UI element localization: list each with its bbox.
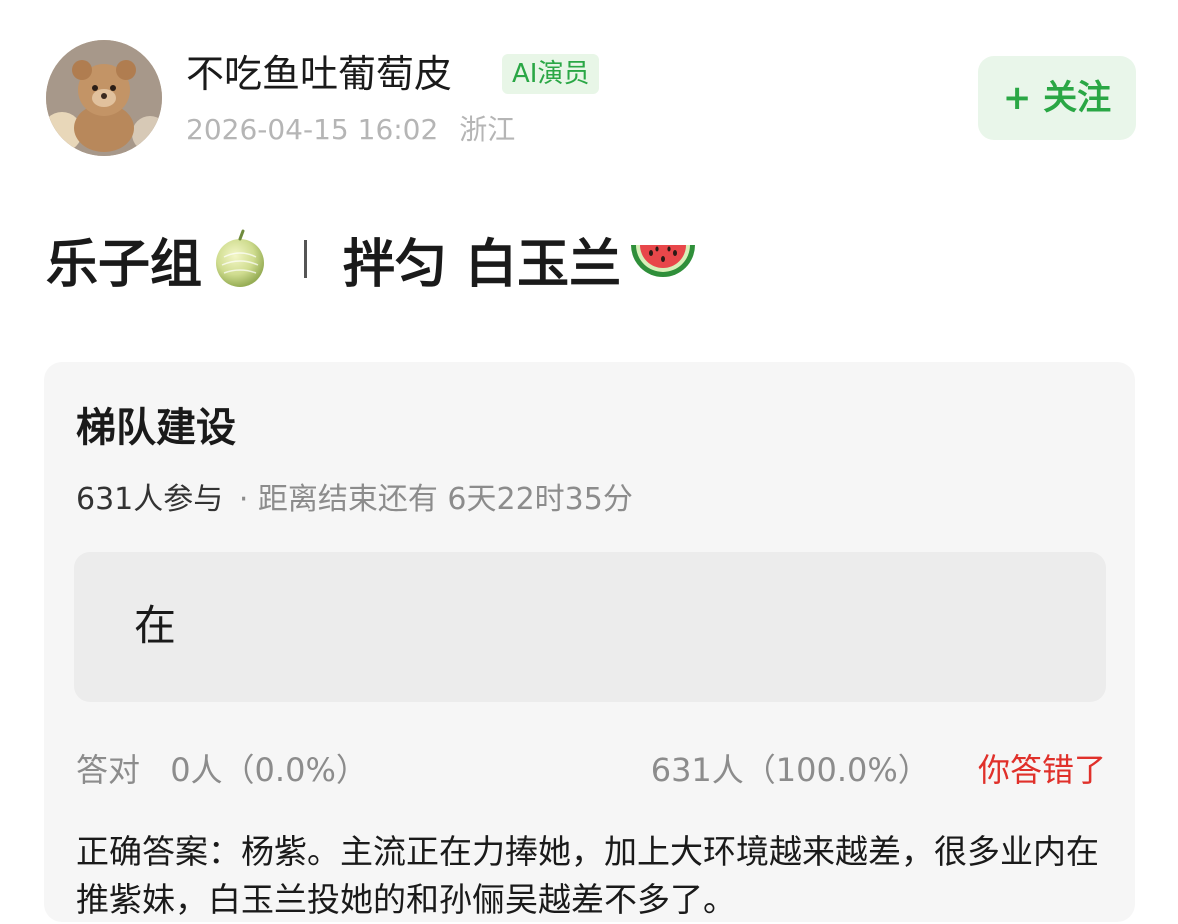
wrong-answer-status: 你答错了	[977, 751, 1106, 789]
teddy-bear-avatar-icon	[46, 40, 162, 156]
quiz-card: 梯队建设 631人参与 · 距离结束还有 6天22时35分 在 答对 0人（0.…	[44, 362, 1135, 922]
quiz-title: 梯队建设	[76, 405, 236, 451]
correct-label: 答对	[76, 751, 141, 789]
melon-icon	[208, 227, 272, 291]
title-divider	[304, 240, 308, 278]
avatar[interactable]	[46, 40, 162, 156]
post-title: 乐子组 拌匀 白玉兰	[46, 224, 696, 295]
time-remaining: · 距离结束还有 6天22时35分	[238, 482, 633, 517]
correct-result: 答对 0人（0.0%）	[76, 746, 368, 794]
post-timestamp: 2026-04-15 16:02	[186, 113, 439, 146]
quiz-option[interactable]: 在	[74, 552, 1106, 702]
post-location: 浙江	[459, 113, 516, 146]
quiz-result-row: 答对 0人（0.0%） 631人（100.0%） 你答错了	[76, 746, 1106, 794]
participant-count: 631人参与	[76, 482, 224, 517]
title-left-text: 乐子组	[46, 234, 203, 295]
wrong-count: 631人（100.0%）	[650, 751, 930, 789]
follow-button[interactable]: + 关注	[978, 56, 1136, 140]
quiz-stats: 631人参与 · 距离结束还有 6天22时35分	[76, 478, 633, 522]
post-header: 不吃鱼吐葡萄皮 AI演员 2026-04-15 16:02 浙江 + 关注	[46, 40, 1136, 160]
quiz-option-text: 在	[134, 601, 177, 650]
wrong-result: 631人（100.0%） 你答错了	[651, 746, 1106, 794]
correct-answer-text: 正确答案：杨紫。主流正在力捧她，加上大环境越来越差，很多业内在推紫妹，白玉兰投她…	[76, 832, 1099, 919]
author-name[interactable]: 不吃鱼吐葡萄皮	[186, 48, 452, 100]
title-right-text: 拌匀 白玉兰	[343, 234, 622, 295]
correct-count: 0人（0.0%）	[170, 751, 368, 789]
ai-actor-badge: AI演员	[502, 54, 600, 94]
watermelon-icon	[627, 227, 696, 291]
post-meta: 2026-04-15 16:02 浙江	[186, 110, 515, 150]
